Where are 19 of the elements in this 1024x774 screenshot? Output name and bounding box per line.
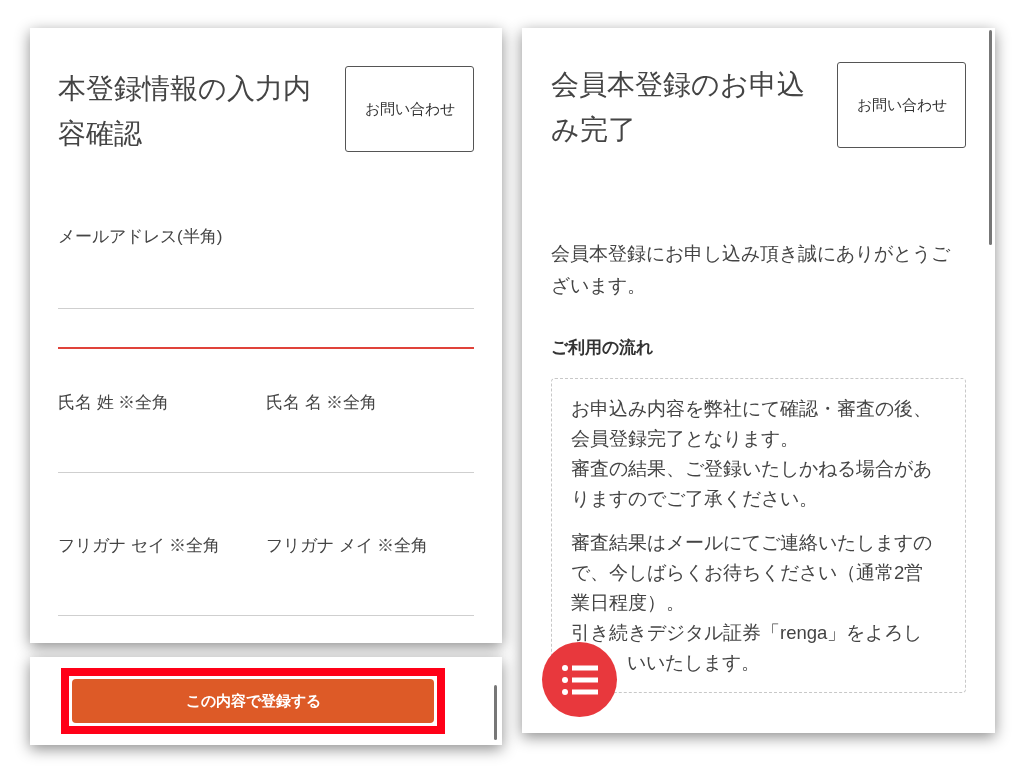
page-title: 会員本登録のお申込み完了 [551, 68, 806, 147]
contact-button[interactable]: お問い合わせ [345, 66, 474, 152]
scrollbar [494, 685, 497, 740]
contact-button[interactable]: お問い合わせ [837, 62, 966, 148]
notice-text: いいたします。 [626, 650, 761, 675]
submit-button[interactable]: この内容で登録する [72, 679, 434, 723]
field-label: 氏名 名 ※全角 [266, 392, 378, 414]
message-text: 会員本登録にお申し込み頂き誠にありがとうございます。 [551, 242, 951, 298]
page-title: 本登録情報の入力内容確認 [58, 72, 312, 151]
field-label: 氏名 姓 ※全角 [58, 392, 170, 414]
notice-text: 審査結果はメールにてご連絡いたしますので、今しばらくお待ちください（通常2営業日程度）。 [571, 530, 933, 615]
field-label: フリガナ セイ ※全角 [58, 535, 221, 557]
menu-icon [561, 663, 598, 696]
section-heading: ご利用の流れ [551, 337, 653, 359]
field-label: メールアドレス(半角) [58, 226, 223, 248]
notice-text: お申込み内容を弊社にて確認・審査の後、会員登録完了となります。 [571, 396, 933, 451]
notice-text: 引き続きデジタル証券「renga」をよろし [571, 620, 924, 645]
field-label: フリガナ メイ ※全角 [266, 535, 429, 557]
notice-text: 審査の結果、ご登録いたしかねる場合がありますのでご了承ください。 [571, 456, 933, 511]
